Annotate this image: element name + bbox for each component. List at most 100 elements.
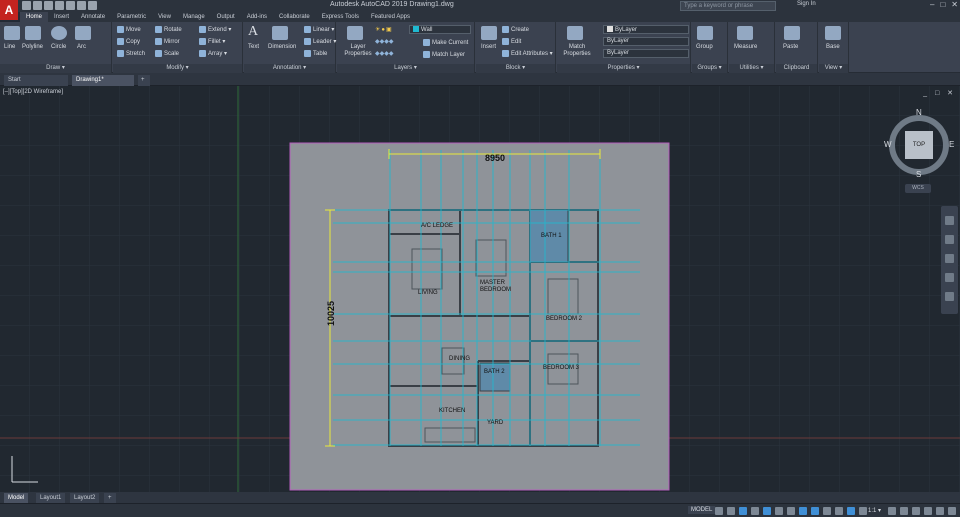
new-file-tab-button[interactable]: + [138, 75, 150, 86]
lineweight-icon[interactable] [823, 507, 831, 515]
circle-icon[interactable] [51, 26, 67, 40]
new-layout-button[interactable]: + [104, 493, 116, 503]
view-panel-title[interactable]: View ▾ [819, 64, 848, 73]
annotation-visibility-icon[interactable] [847, 507, 855, 515]
snap-icon[interactable] [727, 507, 735, 515]
table-button[interactable]: Table [304, 50, 327, 57]
tab-add-ins[interactable]: Add-ins [241, 12, 273, 22]
groups-panel-title[interactable]: Groups ▾ [692, 64, 727, 73]
transparency-icon[interactable] [835, 507, 843, 515]
measure-icon[interactable] [737, 26, 753, 40]
color-dropdown[interactable]: ByLayer [603, 25, 689, 34]
make-current-button[interactable]: Make Current [423, 39, 468, 46]
circle-button[interactable]: Circle [51, 44, 66, 50]
object-snap-tracking-icon[interactable] [799, 507, 807, 515]
layer-dropdown[interactable]: Wall [409, 25, 471, 34]
application-menu-button[interactable]: A [0, 0, 18, 20]
tab-express-tools[interactable]: Express Tools [316, 12, 365, 22]
array-button[interactable]: Array ▾ [199, 50, 227, 57]
tab-home[interactable]: Home [20, 12, 49, 22]
rotate-button[interactable]: Rotate [155, 26, 182, 33]
compass-north[interactable]: N [916, 108, 922, 117]
layer-properties-icon[interactable] [347, 26, 363, 40]
lineweight-dropdown[interactable]: ByLayer [603, 49, 689, 58]
redo-icon[interactable] [88, 1, 97, 10]
paste-icon[interactable] [784, 26, 800, 40]
text-icon[interactable]: A [248, 24, 258, 40]
compass-south[interactable]: S [916, 170, 921, 179]
layer-properties-button[interactable]: Layer Properties [340, 44, 376, 58]
copy-button[interactable]: Copy [117, 38, 140, 45]
measure-button[interactable]: Measure [734, 44, 757, 50]
layers-panel-title[interactable]: Layers ▾ [337, 64, 474, 73]
compass-west[interactable]: W [884, 140, 892, 149]
text-button[interactable]: Text [248, 44, 259, 50]
group-icon[interactable] [697, 26, 713, 40]
pan-icon[interactable] [945, 235, 954, 244]
line-icon[interactable] [4, 26, 20, 40]
polar-tracking-icon[interactable] [775, 507, 783, 515]
annotation-scale-dropdown[interactable]: 1:1 ▾ [868, 507, 881, 514]
viewport-window-controls[interactable]: _ □ ✕ [923, 89, 956, 97]
viewcube-top-face[interactable]: TOP [905, 131, 933, 159]
insert-icon[interactable] [481, 26, 497, 40]
file-tab-start[interactable]: Start [4, 75, 68, 86]
arc-button[interactable]: Arc [77, 44, 86, 50]
isolate-objects-icon[interactable] [912, 507, 920, 515]
match-properties-icon[interactable] [567, 26, 583, 40]
showmotion-icon[interactable] [945, 292, 954, 301]
file-tab-drawing1[interactable]: Drawing1* [72, 75, 134, 86]
maximize-button[interactable]: □ [940, 0, 945, 9]
tab-output[interactable]: Output [211, 12, 241, 22]
tab-parametric[interactable]: Parametric [111, 12, 152, 22]
search-input[interactable]: Type a keyword or phrase [680, 1, 776, 11]
tab-featured-apps[interactable]: Featured Apps [365, 12, 416, 22]
group-button[interactable]: Group [696, 44, 713, 50]
tab-view[interactable]: View [152, 12, 177, 22]
leader-button[interactable]: Leader ▾ [304, 38, 336, 45]
fillet-button[interactable]: Fillet ▾ [199, 38, 225, 45]
properties-panel-title[interactable]: Properties ▾ [557, 64, 690, 73]
save-icon[interactable] [44, 1, 53, 10]
insert-button[interactable]: Insert [481, 44, 496, 50]
minimize-button[interactable]: – [930, 0, 934, 9]
dimension-height[interactable]: 10025 [326, 301, 336, 326]
tab-layout2[interactable]: Layout2 [70, 493, 100, 503]
block-panel-title[interactable]: Block ▾ [476, 64, 555, 73]
tab-annotate[interactable]: Annotate [75, 12, 111, 22]
line-button[interactable]: Line [4, 44, 15, 50]
linear-button[interactable]: Linear ▾ [304, 26, 334, 33]
customization-menu-icon[interactable] [936, 507, 944, 515]
save-as-icon[interactable] [55, 1, 64, 10]
base-icon[interactable] [825, 26, 841, 40]
ortho-icon[interactable] [763, 507, 771, 515]
clipboard-panel-title[interactable]: Clipboard [776, 64, 817, 73]
zoom-extents-icon[interactable] [945, 254, 954, 263]
layer-state-icons[interactable]: ☀●▣ [375, 26, 393, 33]
open-icon[interactable] [33, 1, 42, 10]
object-snap-icon[interactable] [811, 507, 819, 515]
mirror-button[interactable]: Mirror [155, 38, 180, 45]
base-button[interactable]: Base [826, 44, 840, 50]
edit-attributes-button[interactable]: Edit Attributes ▾ [502, 50, 553, 57]
move-button[interactable]: Move [117, 26, 141, 33]
wcs-menu[interactable]: WCS [905, 184, 931, 193]
compass-east[interactable]: E [949, 140, 954, 149]
close-button[interactable]: ✕ [951, 0, 958, 9]
match-layer-button[interactable]: Match Layer [423, 51, 465, 58]
tab-insert[interactable]: Insert [48, 12, 75, 22]
isodraft-icon[interactable] [787, 507, 795, 515]
infer-constraints-icon[interactable] [739, 507, 747, 515]
paste-button[interactable]: Paste [783, 44, 798, 50]
tab-layout1[interactable]: Layout1 [36, 493, 66, 503]
plot-icon[interactable] [66, 1, 75, 10]
scale-button[interactable]: Scale [155, 50, 179, 57]
dimension-button[interactable]: Dimension [268, 44, 296, 50]
new-icon[interactable] [22, 1, 31, 10]
hardware-accel-icon[interactable] [948, 507, 956, 515]
viewcube[interactable]: TOP N S E W [882, 108, 956, 182]
utilities-panel-title[interactable]: Utilities ▾ [729, 64, 774, 73]
tab-collaborate[interactable]: Collaborate [273, 12, 316, 22]
layer-tool-icons-row1[interactable]: ◆◆◆◆ [375, 38, 393, 45]
undo-icon[interactable] [77, 1, 86, 10]
